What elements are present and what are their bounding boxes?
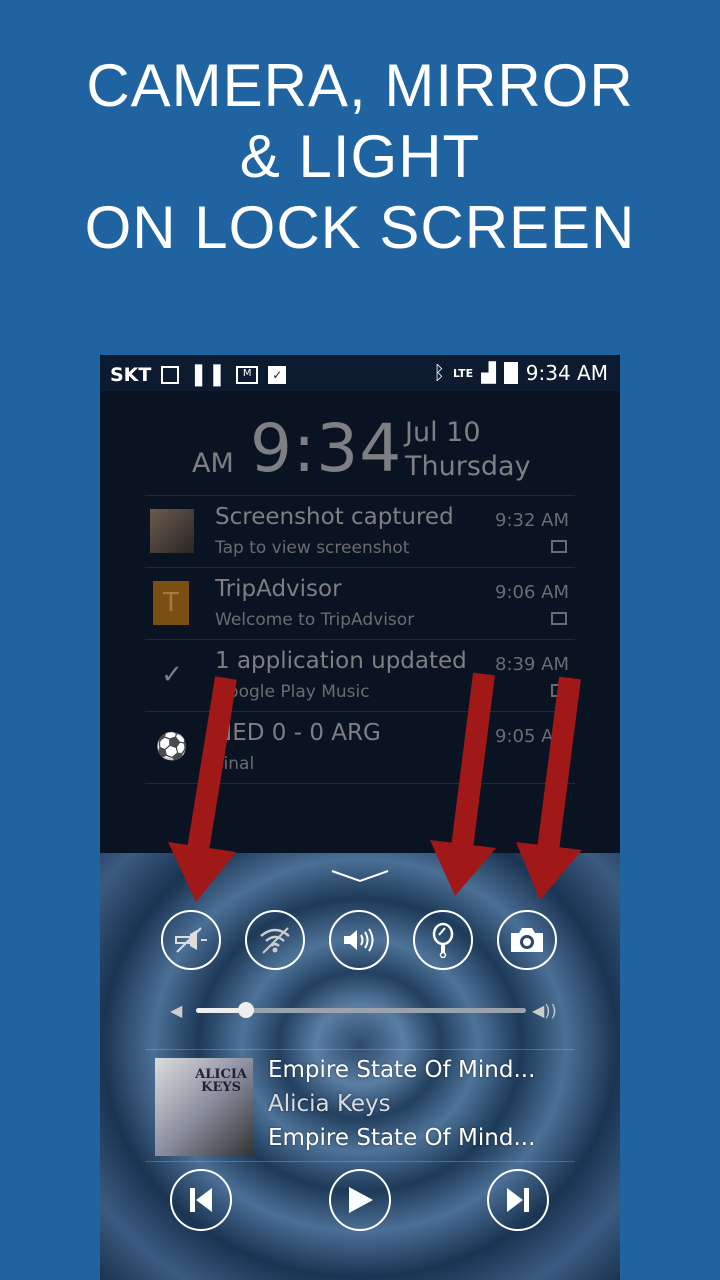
flashlight-off-icon — [175, 927, 207, 953]
notification-time: 9:32 AM — [495, 510, 569, 531]
volume-min-icon: ◀ — [170, 1001, 183, 1020]
image-icon — [161, 365, 180, 384]
headline-line-3: ON LOCK SCREEN — [84, 194, 636, 261]
status-time: 9:34 AM — [525, 361, 608, 385]
volume-slider[interactable] — [196, 1002, 526, 1018]
soccer-ball-icon: ⚽ — [155, 732, 189, 762]
divider — [145, 1049, 575, 1050]
play-button[interactable] — [329, 1169, 391, 1231]
bluetooth-icon: ᛒ — [433, 362, 445, 384]
previous-icon — [190, 1188, 212, 1212]
notification-item[interactable]: T TripAdvisor Welcome to TripAdvisor 9:0… — [145, 568, 575, 640]
notification-title: Screenshot captured — [215, 504, 454, 530]
wifi-toggle[interactable] — [245, 910, 305, 970]
clock-time: 9:34 — [250, 410, 403, 487]
carrier-label: SKT — [110, 363, 152, 386]
camera-button[interactable] — [497, 910, 557, 970]
track-album: Empire State Of Mind... — [268, 1125, 536, 1151]
divider — [145, 1161, 575, 1162]
notification-subtitle: Tap to view screenshot — [215, 538, 410, 558]
notification-title: 1 application updated — [215, 648, 467, 674]
signal-icon: ▟ — [481, 362, 496, 384]
gmail-icon: M — [236, 365, 259, 384]
notification-time: 9:05 AM — [495, 726, 569, 747]
mirror-button[interactable] — [413, 910, 473, 970]
phone-screen: SKT ❚❚ M ✓ ᛒ LTE ▟ 9:34 AM AM 9:34 Jul 1… — [100, 355, 620, 1280]
play-store-icon — [551, 684, 567, 697]
track-title: Empire State Of Mind... — [268, 1057, 536, 1083]
notification-title: NED 0 - 0 ARG — [215, 720, 381, 746]
wifi-off-icon — [260, 927, 290, 954]
previous-button[interactable] — [170, 1169, 232, 1231]
notification-subtitle: Google Play Music — [215, 682, 370, 702]
sound-toggle[interactable] — [329, 910, 389, 970]
play-store-icon: ✓ — [268, 365, 287, 384]
next-icon — [507, 1188, 529, 1212]
lock-widget-panel: ◀ ◀)) ALICIA KEYS Empire State Of Mind...… — [100, 853, 620, 1280]
headline-line-2: & LIGHT — [239, 123, 481, 190]
clock-ampm: AM — [192, 448, 234, 479]
image-icon — [551, 540, 567, 553]
chevron-down-icon[interactable] — [330, 869, 390, 883]
tripadvisor-icon: T — [153, 581, 189, 625]
notification-item[interactable]: ✓ 1 application updated Google Play Musi… — [145, 640, 575, 712]
status-bar: SKT ❚❚ M ✓ ᛒ LTE ▟ 9:34 AM — [100, 355, 620, 391]
date-label: Jul 10 — [405, 417, 481, 448]
notification-title: TripAdvisor — [215, 576, 342, 602]
notification-time: 8:39 AM — [495, 654, 569, 675]
camera-icon — [511, 928, 543, 952]
next-button[interactable] — [487, 1169, 549, 1231]
pause-icon: ❚❚ — [189, 362, 227, 387]
notification-time: 9:06 AM — [495, 582, 569, 603]
screenshot-thumbnail — [150, 509, 194, 553]
notification-item[interactable]: Screenshot captured Tap to view screensh… — [145, 496, 575, 568]
notification-list: Screenshot captured Tap to view screensh… — [145, 495, 575, 784]
volume-icon — [344, 928, 374, 952]
notification-subtitle: Final — [215, 754, 255, 774]
clock-date: Jul 10 Thursday — [405, 416, 531, 484]
track-artist: Alicia Keys — [268, 1091, 391, 1117]
lte-icon: LTE — [452, 366, 474, 380]
battery-icon — [503, 362, 518, 384]
headline-line-1: CAMERA, MIRROR — [86, 52, 634, 119]
mirror-icon — [432, 922, 454, 958]
play-icon — [349, 1187, 373, 1213]
flashlight-toggle[interactable] — [161, 910, 221, 970]
play-store-icon: ✓ — [161, 660, 183, 690]
day-label: Thursday — [405, 451, 531, 482]
volume-max-icon: ◀)) — [532, 1001, 557, 1020]
notification-subtitle: Welcome to TripAdvisor — [215, 610, 415, 630]
album-art-text: ALICIA KEYS — [195, 1067, 247, 1095]
notification-item[interactable]: ⚽ NED 0 - 0 ARG Final 9:05 AM — [145, 712, 575, 784]
gmail-icon — [551, 612, 567, 625]
album-art: ALICIA KEYS — [155, 1058, 253, 1156]
volume-thumb[interactable] — [237, 1002, 254, 1018]
headline: CAMERA, MIRROR & LIGHT ON LOCK SCREEN — [0, 50, 720, 263]
